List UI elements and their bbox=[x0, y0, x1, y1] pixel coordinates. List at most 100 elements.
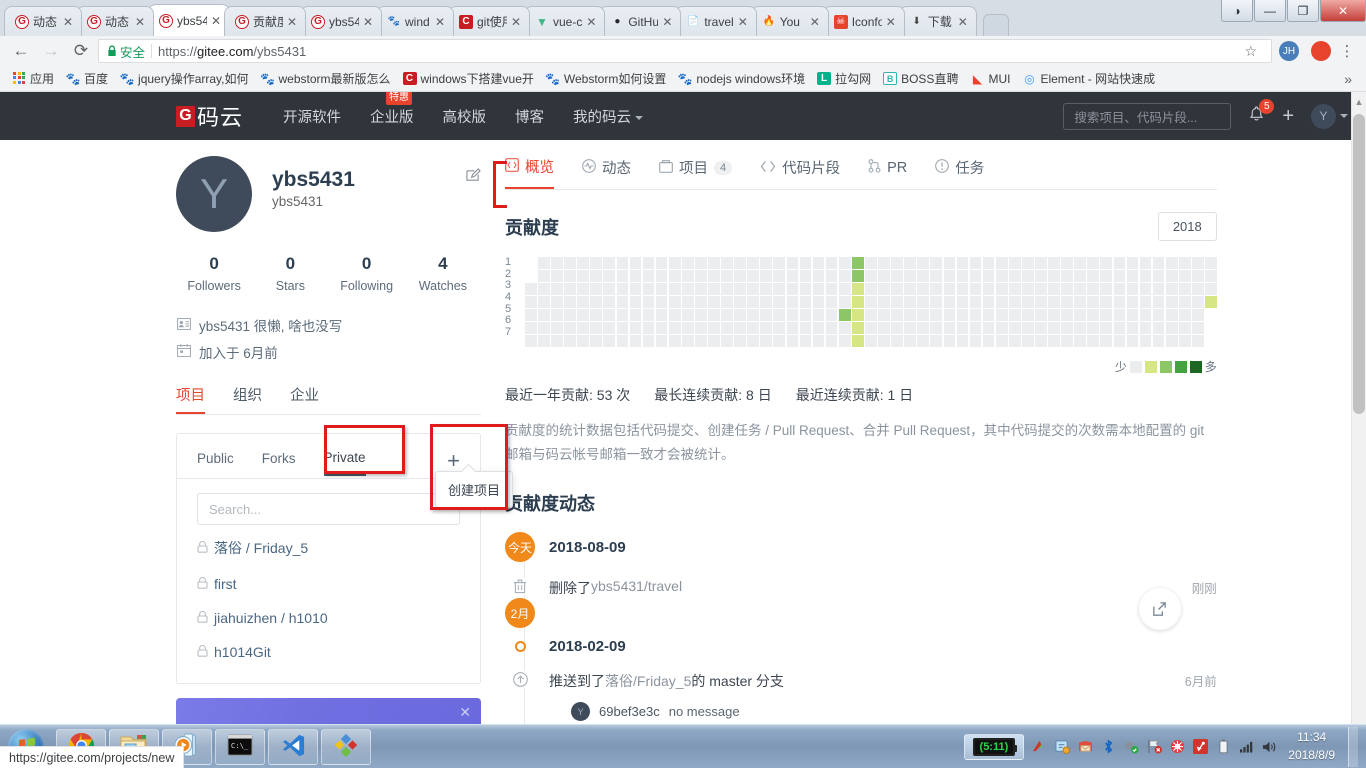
heatmap-cell[interactable] bbox=[1087, 283, 1100, 295]
heatmap-cell[interactable] bbox=[799, 322, 812, 335]
heatmap-cell[interactable] bbox=[1074, 309, 1086, 321]
heatmap-cell[interactable] bbox=[721, 283, 733, 295]
heatmap-cell[interactable] bbox=[838, 322, 851, 335]
heatmap-cell[interactable] bbox=[1191, 309, 1204, 321]
heatmap-cell[interactable] bbox=[1139, 296, 1152, 308]
heatmap-cell[interactable] bbox=[603, 283, 616, 295]
heatmap-cell[interactable] bbox=[629, 296, 642, 308]
site-nav-开源软件[interactable]: 开源软件 bbox=[283, 106, 341, 127]
heatmap-cell[interactable] bbox=[943, 257, 956, 269]
heatmap-cell[interactable] bbox=[1021, 283, 1034, 295]
heatmap-cell[interactable] bbox=[1100, 322, 1113, 335]
heatmap-cell[interactable] bbox=[708, 257, 720, 269]
heatmap-cell[interactable] bbox=[786, 270, 799, 282]
heatmap-cell[interactable] bbox=[1074, 283, 1086, 295]
heatmap-cell[interactable] bbox=[1165, 257, 1178, 269]
heatmap-cell[interactable] bbox=[1113, 257, 1126, 269]
heatmap-cell[interactable] bbox=[904, 335, 916, 348]
heatmap-cell[interactable] bbox=[1139, 335, 1152, 348]
heatmap-cell[interactable] bbox=[577, 270, 589, 282]
heatmap-cell[interactable] bbox=[538, 322, 550, 335]
heatmap-cell[interactable] bbox=[721, 335, 733, 348]
heatmap-cell[interactable] bbox=[773, 335, 786, 348]
heatmap-cell[interactable] bbox=[773, 270, 786, 282]
heatmap-cell[interactable] bbox=[1008, 335, 1021, 348]
heatmap-cell[interactable] bbox=[603, 257, 616, 269]
heatmap-cell[interactable] bbox=[577, 335, 589, 348]
heatmap-cell[interactable] bbox=[1035, 335, 1047, 348]
heatmap-cell[interactable] bbox=[1139, 270, 1152, 282]
heatmap-cell[interactable] bbox=[812, 283, 825, 295]
heatmap-cell[interactable] bbox=[1191, 257, 1204, 269]
heatmap-cell[interactable] bbox=[1178, 309, 1191, 321]
tab-close-icon[interactable]: ✕ bbox=[211, 15, 223, 27]
back-button[interactable]: ← bbox=[8, 38, 34, 64]
reload-button[interactable]: ⟳ bbox=[68, 38, 94, 64]
heatmap-cell[interactable] bbox=[734, 309, 746, 321]
heatmap-cell[interactable] bbox=[851, 322, 864, 335]
heatmap-cell[interactable] bbox=[982, 270, 995, 282]
heatmap-cell[interactable] bbox=[747, 322, 760, 335]
heatmap-cell[interactable] bbox=[629, 335, 642, 348]
tab-close-icon[interactable]: ✕ bbox=[958, 16, 970, 28]
heatmap-cell[interactable] bbox=[1048, 309, 1060, 321]
heatmap-cell[interactable] bbox=[865, 309, 877, 321]
heatmap-cell[interactable] bbox=[655, 335, 668, 348]
heatmap-cell[interactable] bbox=[551, 322, 563, 335]
heatmap-cell[interactable] bbox=[551, 257, 563, 269]
heatmap-cell[interactable] bbox=[1205, 270, 1217, 282]
heatmap-cell[interactable] bbox=[786, 257, 799, 269]
heatmap-cell[interactable] bbox=[734, 283, 746, 295]
heatmap-cell[interactable] bbox=[1126, 270, 1139, 282]
heatmap-cell[interactable] bbox=[773, 309, 786, 321]
heatmap-cell[interactable] bbox=[891, 296, 903, 308]
heatmap-cell[interactable] bbox=[747, 283, 760, 295]
heatmap-cell[interactable] bbox=[1152, 309, 1165, 321]
heatmap-cell[interactable] bbox=[695, 309, 707, 321]
heatmap-cell[interactable] bbox=[642, 270, 655, 282]
heatmap-cell[interactable] bbox=[1074, 257, 1086, 269]
maximize-button[interactable]: ❐ bbox=[1287, 0, 1319, 22]
heatmap-cell[interactable] bbox=[865, 296, 877, 308]
repo-list-item[interactable]: first bbox=[197, 567, 460, 601]
heatmap-cell[interactable] bbox=[1087, 270, 1100, 282]
heatmap-cell[interactable] bbox=[1021, 335, 1034, 348]
heatmap-cell[interactable] bbox=[590, 296, 603, 308]
heatmap-cell[interactable] bbox=[786, 335, 799, 348]
heatmap-cell[interactable] bbox=[956, 283, 969, 295]
heatmap-cell[interactable] bbox=[538, 296, 550, 308]
heatmap-cell[interactable] bbox=[551, 283, 563, 295]
heatmap-cell[interactable] bbox=[930, 335, 943, 348]
heatmap-cell[interactable] bbox=[773, 322, 786, 335]
heatmap-cell[interactable] bbox=[642, 283, 655, 295]
heatmap-cell[interactable] bbox=[603, 322, 616, 335]
heatmap-cell[interactable] bbox=[917, 270, 930, 282]
bookmark-item[interactable]: 应用 bbox=[6, 68, 60, 89]
edit-profile-icon[interactable] bbox=[466, 168, 481, 187]
heatmap-cell[interactable] bbox=[904, 257, 916, 269]
heatmap-cell[interactable] bbox=[655, 309, 668, 321]
heatmap-cell[interactable] bbox=[851, 335, 864, 348]
heatmap-cell[interactable] bbox=[1178, 322, 1191, 335]
heatmap-cell[interactable] bbox=[681, 335, 694, 348]
minimize-button[interactable]: — bbox=[1254, 0, 1286, 22]
heatmap-cell[interactable] bbox=[629, 257, 642, 269]
heatmap-cell[interactable] bbox=[1021, 257, 1034, 269]
heatmap-cell[interactable] bbox=[721, 257, 733, 269]
heatmap-cell[interactable] bbox=[734, 257, 746, 269]
heatmap-cell[interactable] bbox=[838, 335, 851, 348]
heatmap-cell[interactable] bbox=[917, 322, 930, 335]
tab-close-icon[interactable]: ✕ bbox=[662, 16, 674, 28]
bluetooth-icon[interactable] bbox=[1100, 739, 1116, 755]
heatmap-cell[interactable] bbox=[734, 296, 746, 308]
heatmap-cell[interactable] bbox=[773, 296, 786, 308]
heatmap-cell[interactable] bbox=[708, 309, 720, 321]
heatmap-cell[interactable] bbox=[760, 257, 773, 269]
heatmap-cell[interactable] bbox=[590, 270, 603, 282]
heatmap-cell[interactable] bbox=[1087, 335, 1100, 348]
heatmap-cell[interactable] bbox=[721, 309, 733, 321]
heatmap-cell[interactable] bbox=[551, 270, 563, 282]
heatmap-cell[interactable] bbox=[1152, 257, 1165, 269]
repo-list-item[interactable]: jiahuizhen / h1010 bbox=[197, 601, 460, 635]
heatmap-cell[interactable] bbox=[590, 309, 603, 321]
